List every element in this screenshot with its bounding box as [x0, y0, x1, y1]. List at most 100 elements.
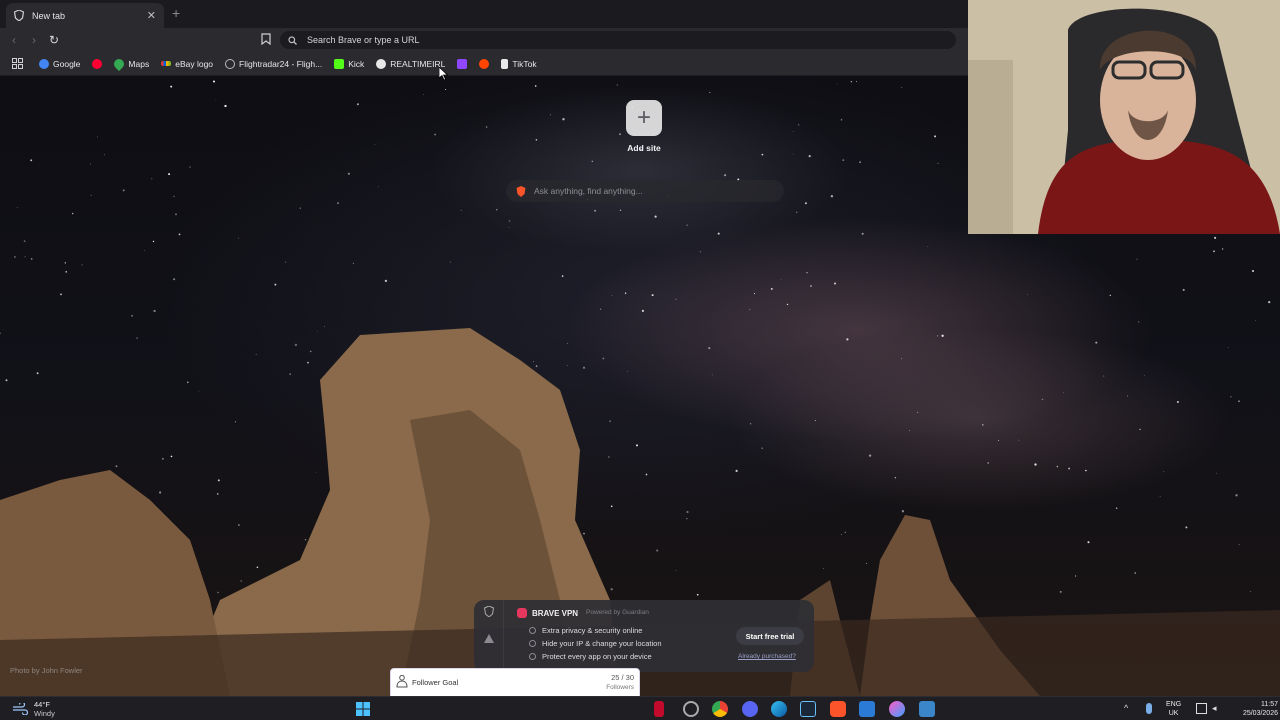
star — [868, 454, 872, 457]
star — [901, 358, 903, 360]
star — [508, 220, 511, 222]
bookmark-reddit[interactable] — [473, 54, 495, 74]
goal-count: 25 / 30 — [611, 673, 634, 682]
bookmark-flightradar24[interactable]: Flightradar24 - Fligh... — [219, 54, 328, 74]
star — [840, 119, 843, 121]
tab-new-tab[interactable]: New tab ✕ — [6, 3, 164, 28]
star — [583, 532, 585, 535]
forward-arrow-icon[interactable]: › — [24, 30, 44, 50]
clock[interactable]: 11:57 25/03/2026 — [1232, 700, 1278, 718]
windows-start-icon[interactable] — [355, 701, 371, 717]
star — [256, 566, 259, 569]
star — [616, 84, 618, 86]
webcam-overlay — [968, 0, 1280, 234]
volume-icon[interactable]: ◂ — [1212, 703, 1223, 714]
youtube-icon — [92, 58, 103, 69]
start-free-trial-button[interactable]: Start free trial — [736, 627, 804, 645]
discord-icon[interactable] — [742, 701, 758, 717]
bookmark-twitch[interactable] — [451, 54, 473, 74]
star — [60, 293, 62, 296]
bookmark-label: Kick — [348, 58, 365, 69]
star — [610, 588, 613, 591]
bookmark-ebay[interactable]: eBay logo — [155, 54, 219, 74]
address-bar[interactable]: Search Brave or type a URL — [280, 31, 956, 49]
star — [654, 215, 657, 218]
brave-shield-icon — [14, 10, 24, 21]
star — [449, 261, 451, 263]
language-indicator[interactable]: ENG UK — [1166, 700, 1181, 718]
star — [609, 420, 611, 422]
steam-icon[interactable] — [800, 701, 816, 717]
chevron-up-icon[interactable]: ^ — [1124, 703, 1135, 714]
star — [309, 350, 312, 353]
star — [13, 255, 16, 258]
star — [315, 472, 317, 473]
bookmarks-bar: Google Maps eBay logo Flightradar24 - Fl… — [0, 52, 968, 76]
star — [808, 154, 811, 158]
star — [1144, 375, 1145, 376]
vpn-feature-text: Hide your IP & change your location — [542, 639, 662, 648]
network-icon[interactable] — [1196, 703, 1207, 714]
warning-icon[interactable] — [484, 634, 494, 643]
reload-icon[interactable]: ↻ — [44, 30, 64, 50]
calendar-app-icon[interactable] — [859, 701, 875, 717]
vpn-feature: Hide your IP & change your location — [529, 639, 662, 648]
weather-widget[interactable]: 44°F Windy — [12, 700, 55, 718]
bookmark-label: Google — [53, 58, 81, 69]
file-explorer-icon[interactable] — [919, 701, 935, 717]
star — [422, 93, 424, 95]
star — [347, 172, 350, 175]
bookmark-icon[interactable] — [261, 33, 271, 45]
star — [324, 326, 325, 327]
star — [1103, 375, 1105, 377]
obs-icon[interactable] — [683, 701, 699, 717]
brave-icon[interactable] — [830, 701, 846, 717]
already-purchased-link[interactable]: Already purchased? — [738, 653, 796, 660]
star — [761, 153, 764, 156]
star — [780, 279, 782, 281]
star — [619, 133, 621, 135]
tab-title: New tab — [32, 10, 66, 21]
star — [240, 580, 242, 582]
bookmark-google[interactable]: Google — [33, 54, 86, 74]
star — [238, 237, 239, 239]
star — [1185, 526, 1188, 529]
star — [434, 133, 437, 136]
goal-unit: Followers — [606, 684, 634, 691]
brave-lion-icon — [516, 185, 526, 197]
bookmark-kick[interactable]: Kick — [328, 54, 370, 74]
app-icon-red[interactable] — [654, 701, 664, 717]
star — [917, 411, 919, 413]
bookmark-youtube[interactable] — [86, 54, 108, 74]
microphone-icon[interactable] — [1146, 703, 1152, 714]
close-icon[interactable]: ✕ — [147, 9, 156, 22]
star — [136, 337, 138, 339]
star — [814, 420, 816, 421]
bookmark-label: REALTIMEIRL — [390, 58, 446, 69]
apps-grid-icon[interactable] — [6, 54, 33, 74]
bookmark-tiktok[interactable]: TikTok — [495, 54, 542, 74]
star — [115, 465, 118, 468]
chrome-icon[interactable] — [712, 701, 728, 717]
add-site-button[interactable]: + — [626, 100, 662, 136]
star — [16, 207, 18, 209]
new-tab-plus-icon[interactable]: + — [172, 5, 180, 21]
star — [635, 444, 639, 447]
add-site-label: Add site — [627, 143, 661, 153]
star — [1238, 544, 1240, 546]
star — [337, 202, 339, 205]
star — [81, 264, 83, 266]
star — [356, 103, 359, 106]
bookmark-maps[interactable]: Maps — [108, 54, 155, 74]
back-arrow-icon[interactable]: ‹ — [4, 30, 24, 50]
ask-search-box[interactable]: Ask anything, find anything... — [506, 180, 784, 202]
star — [624, 292, 627, 294]
copilot-icon[interactable] — [889, 701, 905, 717]
edge-icon[interactable] — [771, 701, 787, 717]
star — [1227, 347, 1229, 348]
star — [198, 390, 200, 392]
photo-credit[interactable]: Photo by John Fowler — [10, 666, 83, 675]
weather-temp: 44°F — [34, 700, 50, 709]
shield-icon[interactable] — [484, 606, 494, 617]
wind-weather-icon — [13, 703, 28, 715]
